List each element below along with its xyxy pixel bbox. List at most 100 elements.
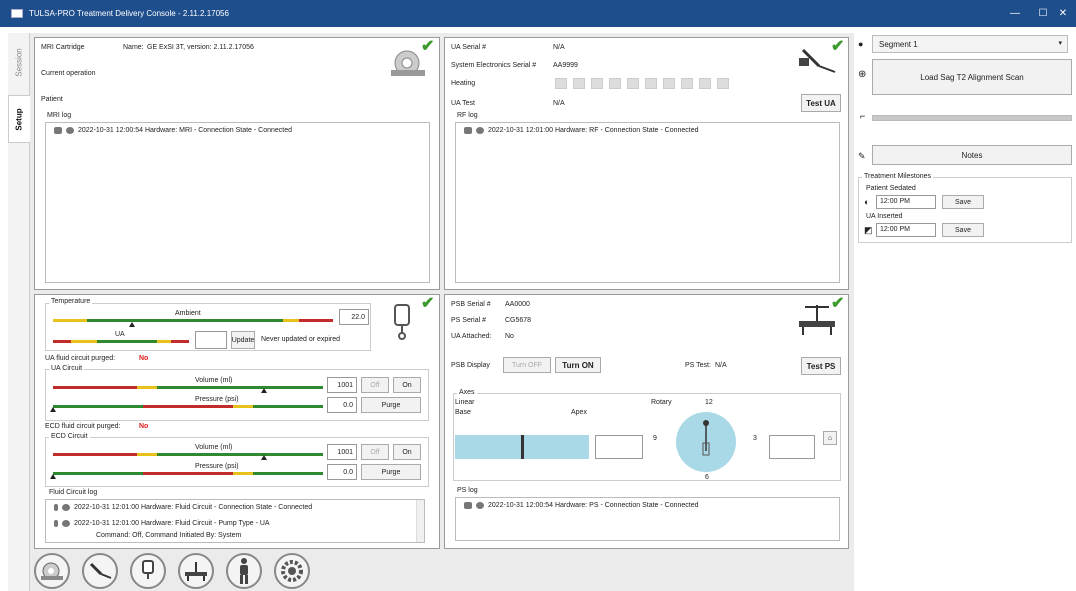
dial-label-12: 12	[705, 399, 713, 406]
person-icon	[240, 558, 248, 584]
home-button[interactable]: ⌂	[823, 431, 837, 445]
connection-icon	[476, 127, 484, 134]
app-icon	[11, 9, 23, 18]
ecd-volume-indicator	[261, 455, 267, 460]
mri-cartridge-label: MRI Cartridge	[41, 44, 85, 51]
fluid-bag-icon	[394, 304, 410, 340]
ua-volume-bar	[53, 386, 323, 389]
ambient-temperature-field[interactable]: 22.0	[339, 309, 369, 325]
segment-icon: ●	[858, 39, 864, 49]
connection-icon	[476, 502, 484, 509]
heating-label: Heating	[451, 80, 476, 87]
ua-purged-label: UA fluid circuit purged:	[45, 355, 116, 362]
ua-pressure-label: Pressure (psi)	[195, 396, 239, 403]
ua-purge-button[interactable]: Purge	[361, 397, 421, 413]
dial-label-9: 9	[653, 435, 657, 442]
ecd-pump-off-button[interactable]: Off	[361, 444, 389, 460]
hardware-icon	[54, 127, 62, 134]
connection-icon	[62, 504, 70, 511]
apex-label: Apex	[571, 409, 587, 416]
heating-element	[717, 78, 729, 89]
ecd-volume-field[interactable]: 1001	[327, 444, 357, 460]
hardware-icon	[464, 127, 472, 134]
heating-element	[681, 78, 693, 89]
ua-pressure-field[interactable]: 0.0	[327, 397, 357, 413]
patient-quick-button[interactable]	[226, 553, 262, 589]
notes-button[interactable]: Notes	[872, 145, 1072, 165]
milestones-label: Treatment Milestones	[862, 173, 934, 180]
ua-pump-off-button[interactable]: Off	[361, 377, 389, 393]
linear-position-field[interactable]	[595, 435, 643, 459]
ecd-pressure-field[interactable]: 0.0	[327, 464, 357, 480]
window-title: TULSA-PRO Treatment Delivery Console - 2…	[29, 9, 229, 18]
fluid-bag-icon	[142, 560, 154, 579]
sedated-time-picker[interactable]: 12:00 PM	[876, 195, 936, 209]
heating-element	[645, 78, 657, 89]
inserted-time-picker[interactable]: 12:00 PM	[876, 223, 936, 237]
ps-test-label: PS Test:	[685, 362, 711, 369]
connection-icon	[66, 127, 74, 134]
patient-label: Patient	[41, 96, 63, 103]
ps-log-list[interactable]: 2022-10-31 12:00:54 Hardware: PS - Conne…	[455, 497, 840, 541]
chevron-down-icon: ▾	[1058, 40, 1062, 47]
minimize-button[interactable]: —	[1000, 0, 1030, 27]
positioning-system-icon	[185, 562, 207, 581]
ua-test-label: UA Test	[451, 100, 475, 107]
ua-pump-on-button[interactable]: On	[393, 377, 421, 393]
ecd-pressure-indicator	[50, 474, 56, 479]
fluid-panel: Temperature Ambient 22.0 UA Update Never…	[34, 294, 440, 549]
settings-quick-button[interactable]	[274, 553, 310, 589]
ua-quick-button[interactable]	[82, 553, 118, 589]
insertion-icon: ◩	[864, 225, 873, 235]
heating-element	[627, 78, 639, 89]
mri-status-check-icon: ✔	[421, 38, 435, 55]
ua-status-check-icon: ✔	[831, 38, 845, 55]
fluid-log-list[interactable]: 2022-10-31 12:01:00 Hardware: Fluid Circ…	[45, 499, 425, 543]
home-icon: ⌂	[827, 434, 833, 442]
ecd-purge-button[interactable]: Purge	[361, 464, 421, 480]
positioning-quick-button[interactable]	[178, 553, 214, 589]
system-serial-label: System Electronics Serial #	[451, 62, 537, 69]
ua-attached-value: No	[505, 333, 514, 340]
rf-log-list[interactable]: 2022-10-31 12:01:00 Hardware: RF - Conne…	[455, 122, 840, 283]
fluid-log-scrollbar[interactable]	[416, 500, 424, 542]
linear-position-marker[interactable]	[521, 435, 524, 459]
mri-name-label: Name:	[123, 44, 144, 51]
ecd-purged-value: No	[139, 423, 149, 430]
list-item: Command: Off, Command Initiated By: Syst…	[96, 532, 242, 539]
list-item: 2022-10-31 12:01:00 Hardware: RF - Conne…	[464, 127, 699, 134]
rotary-position-field[interactable]	[769, 435, 815, 459]
scan-icon: ⊕	[858, 69, 867, 80]
ua-attached-label: UA Attached:	[451, 333, 492, 340]
test-ua-button[interactable]: Test UA	[801, 94, 841, 112]
ua-temperature-field[interactable]	[195, 331, 227, 349]
tab-session[interactable]: Session	[8, 37, 30, 87]
turn-on-button[interactable]: Turn ON	[555, 357, 601, 373]
close-button[interactable]: ✕	[1048, 0, 1076, 27]
ecd-pump-on-button[interactable]: On	[393, 444, 421, 460]
ua-volume-field[interactable]: 1001	[327, 377, 357, 393]
mri-quick-button[interactable]	[34, 553, 70, 589]
ps-test-value: N/A	[715, 362, 727, 369]
save-inserted-button[interactable]: Save	[942, 223, 984, 237]
rotary-dial[interactable]	[675, 411, 737, 473]
mri-log-list[interactable]: 2022-10-31 12:00:54 Hardware: MRI - Conn…	[45, 122, 430, 283]
load-scan-button[interactable]: Load Sag T2 Alignment Scan	[872, 59, 1072, 95]
tab-setup[interactable]: Setup	[8, 95, 30, 143]
heating-element	[663, 78, 675, 89]
linear-axis-label: Linear	[455, 399, 475, 406]
ua-test-value: N/A	[553, 100, 565, 107]
ua-inserted-label: UA Inserted	[866, 213, 903, 220]
fluid-quick-button[interactable]	[130, 553, 166, 589]
temperature-label: Temperature	[49, 298, 93, 305]
test-ps-button[interactable]: Test PS	[801, 357, 841, 375]
ua-pressure-indicator	[50, 407, 56, 412]
ecd-volume-bar	[53, 453, 323, 456]
rotary-axis-label: Rotary	[651, 399, 672, 406]
turn-off-button[interactable]: Turn OFF	[503, 357, 551, 373]
save-sedated-button[interactable]: Save	[942, 195, 984, 209]
update-temperature-button[interactable]: Update	[231, 331, 255, 349]
mri-name-value: GE ExSI 3T, version: 2.11.2.17056	[147, 44, 254, 51]
segment-dropdown[interactable]: Segment 1 ▾	[872, 35, 1068, 53]
system-serial-value: AA9999	[553, 62, 578, 69]
